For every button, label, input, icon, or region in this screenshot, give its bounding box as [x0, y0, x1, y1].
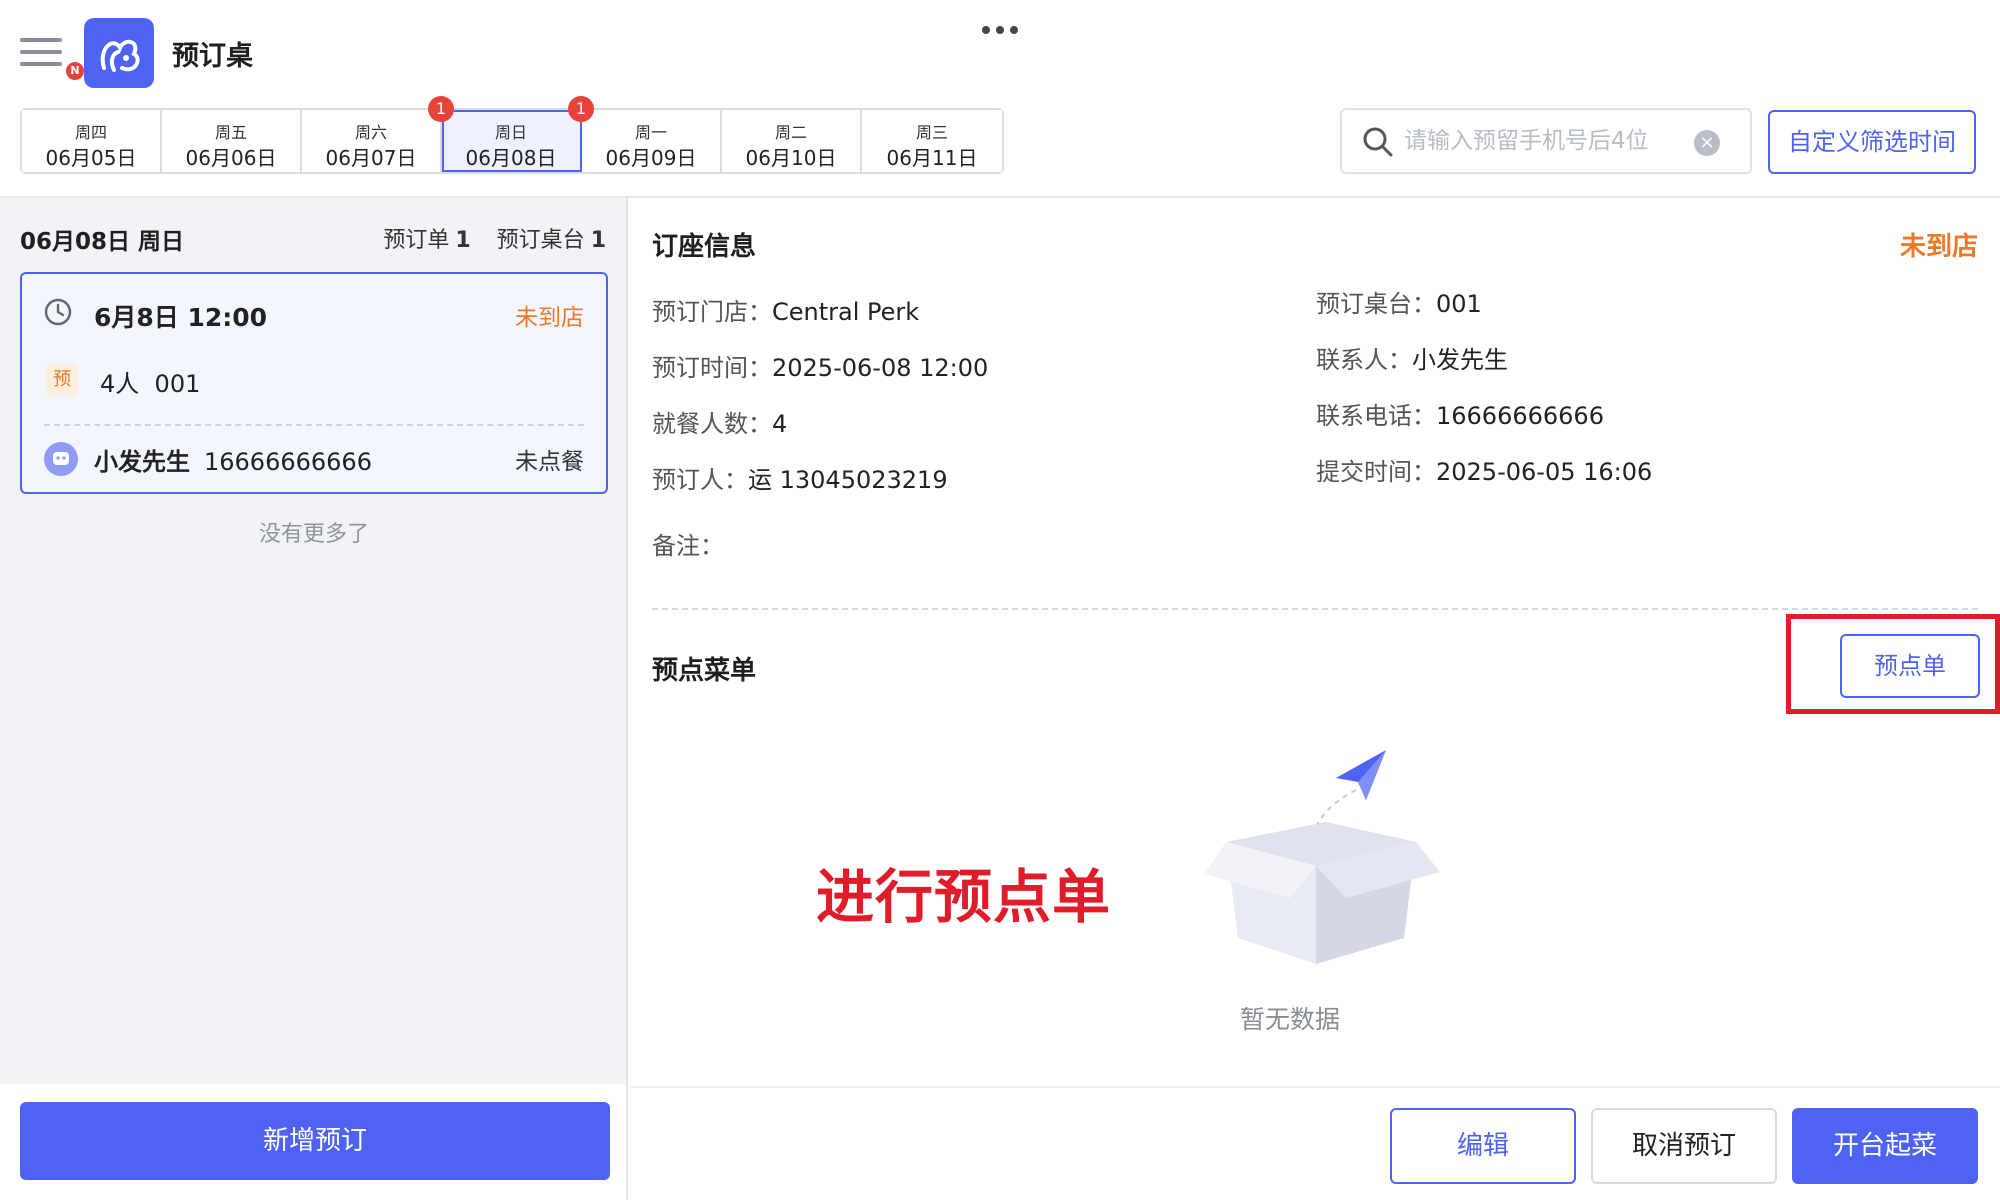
count-badge: 1	[568, 96, 594, 122]
top-bar: N 预订桌	[0, 0, 2000, 110]
booking-counts: 预订单 1 预订桌台 1	[383, 228, 606, 253]
field-store: 预订门店：Central Perk	[652, 298, 920, 326]
open-table-button[interactable]: 开台起菜	[1792, 1108, 1978, 1184]
new-booking-button[interactable]: 新增预订	[20, 1102, 610, 1180]
tab-date-active[interactable]: 周日 06月08日 1	[442, 96, 594, 172]
page-title: 预订桌	[172, 41, 253, 72]
tab-date[interactable]: 周三 06月11日	[862, 110, 1002, 172]
booking-detail-panel: 订座信息 未到店 预订门店：Central Perk 预订时间：2025-06-…	[630, 198, 2000, 1200]
field-guests: 就餐人数：4	[652, 410, 788, 438]
search-box	[1340, 108, 1752, 174]
order-status: 未点餐	[515, 449, 584, 475]
status-badge: 未到店	[515, 305, 584, 331]
more-icon[interactable]	[980, 24, 1020, 36]
preorder-badge: 预	[46, 364, 78, 396]
empty-state-text: 暂无数据	[1239, 1005, 1340, 1034]
menu-icon[interactable]: N	[20, 30, 84, 80]
status-badge: 未到店	[1899, 232, 1978, 262]
booking-guests-table: 4人 001	[100, 370, 201, 398]
custom-time-filter-button[interactable]: 自定义筛选时间	[1768, 110, 1976, 174]
tab-date[interactable]: 周一 06月09日	[582, 110, 722, 172]
field-booking-time: 预订时间：2025-06-08 12:00	[652, 354, 989, 382]
list-end-text: 没有更多了	[258, 522, 369, 547]
field-booker: 预订人：运 13045023219	[652, 466, 948, 494]
divider	[652, 608, 1978, 610]
booking-list-panel: 06月08日 周日 预订单 1 预订桌台 1 6月8日 12:00 未到店 预 4人 …	[0, 198, 628, 1200]
booking-contact: 小发先生 16666666666	[94, 448, 372, 476]
tab-date[interactable]: 周四 06月05日	[22, 110, 162, 172]
left-footer: 新增预订	[0, 1084, 626, 1200]
field-submitted-time: 提交时间：2025-06-05 16:06	[1316, 458, 1653, 486]
booking-card[interactable]: 6月8日 12:00 未到店 预 4人 001 小发先生 16666666666 …	[20, 272, 608, 494]
tab-date[interactable]: 周六 06月07日 1	[302, 96, 454, 172]
section-title-preorder-menu: 预点菜单	[652, 656, 757, 686]
field-contact: 联系人：小发先生	[1316, 346, 1508, 374]
field-phone: 联系电话：16666666666	[1316, 402, 1604, 430]
preorder-button[interactable]: 预点单	[1840, 634, 1980, 698]
section-title-booking-info: 订座信息	[652, 232, 757, 262]
annotation-text: 进行预点单	[816, 863, 1112, 931]
clear-icon[interactable]: ×	[1694, 130, 1720, 156]
count-badge: 1	[428, 96, 454, 122]
list-date-heading: 06月08日 周日	[20, 229, 185, 255]
divider	[44, 424, 584, 426]
clock-icon	[44, 298, 72, 326]
tab-date[interactable]: 周五 06月06日	[162, 110, 302, 172]
avatar	[44, 442, 78, 476]
search-input[interactable]	[1404, 120, 1684, 162]
field-remark: 备注：	[652, 532, 724, 560]
app-logo-icon	[84, 18, 154, 88]
cancel-booking-button[interactable]: 取消预订	[1591, 1108, 1777, 1184]
empty-box-icon	[1204, 750, 1440, 964]
tab-date[interactable]: 周二 06月10日	[722, 110, 862, 172]
divider	[630, 1086, 2000, 1088]
field-table: 预订桌台：001	[1316, 290, 1482, 318]
edit-button[interactable]: 编辑	[1390, 1108, 1576, 1184]
notification-badge: N	[66, 62, 84, 80]
search-icon	[1363, 127, 1393, 157]
date-tab-bar: 周四 06月05日 周五 06月06日 周六 06月07日 1 周日 06月08…	[20, 96, 1004, 174]
booking-time: 6月8日 12:00	[94, 303, 268, 332]
